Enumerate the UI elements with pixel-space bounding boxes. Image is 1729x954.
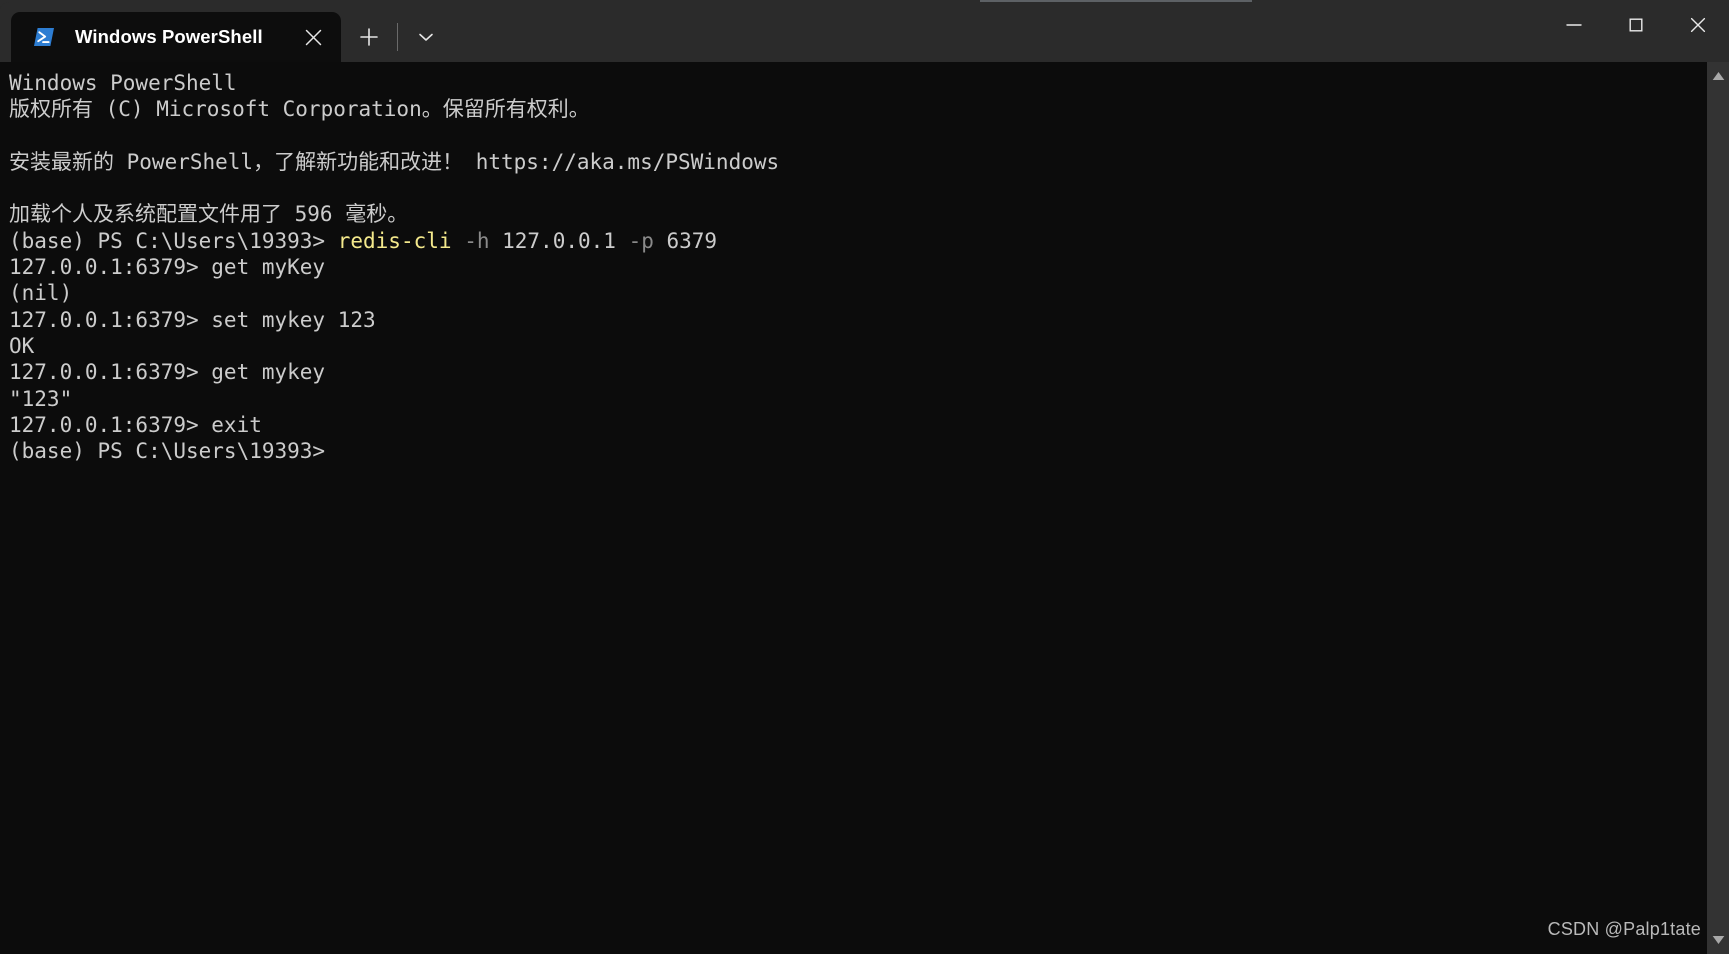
desktop-background: Windows PowerShell Windows PowerShell 版权… <box>0 0 1729 954</box>
console-line-cmd-redis-cli: (base) PS C:\Users\19393> redis-cli -h 1… <box>9 228 1707 254</box>
tab-windows-powershell[interactable]: Windows PowerShell <box>11 12 341 62</box>
console-line-banner-upgrade: 安装最新的 PowerShell，了解新功能和改进！ https://aka.m… <box>9 149 1707 175</box>
console-segment: (nil) <box>9 281 73 306</box>
window-caption-buttons <box>1543 2 1729 62</box>
scrollbar-down-arrow-icon[interactable] <box>1707 931 1729 949</box>
close-button[interactable] <box>1667 2 1729 48</box>
console-segment: 加载个人及系统配置文件用了 596 毫秒。 <box>9 202 409 227</box>
console-line-cmd-set-mykey: 127.0.0.1:6379> set mykey 123 <box>9 307 1707 333</box>
console-segment: 127.0.0.1:6379> get myKey <box>9 255 326 280</box>
windows-terminal-window: Windows PowerShell Windows PowerShell 版权… <box>0 2 1729 954</box>
console-segment: 127.0.0.1:6379> get mykey <box>9 360 326 385</box>
console-segment: Windows PowerShell <box>9 71 237 95</box>
minimize-button[interactable] <box>1543 2 1605 48</box>
new-tab-button[interactable] <box>347 15 391 59</box>
console-line-blank-2 <box>9 175 1707 201</box>
scrollbar-up-arrow-icon[interactable] <box>1707 67 1729 85</box>
tab-strip: Windows PowerShell <box>0 2 448 62</box>
console-line-cmd-get-mykey: 127.0.0.1:6379> get mykey <box>9 359 1707 385</box>
console-line-cmd-get-myKey: 127.0.0.1:6379> get myKey <box>9 254 1707 280</box>
tab-title: Windows PowerShell <box>75 26 263 47</box>
scrollbar-track[interactable] <box>1707 85 1729 931</box>
title-bar: Windows PowerShell <box>0 2 1729 62</box>
console-segment: 版权所有 (C) Microsoft Corporation。保留所有权利。 <box>9 97 590 122</box>
console-line-cmd-exit: 127.0.0.1:6379> exit <box>9 412 1707 438</box>
console-segment: "123" <box>9 386 73 411</box>
titlebar-drag-region[interactable] <box>448 2 1543 62</box>
console-segment: 127.0.0.1 <box>489 228 629 253</box>
console-line-prompt-final: (base) PS C:\Users\19393> <box>9 438 1707 464</box>
console-segment: -h <box>464 228 490 253</box>
console-output[interactable]: Windows PowerShell 版权所有 (C) Microsoft Cor… <box>0 62 1707 954</box>
console-segment: OK <box>9 333 35 358</box>
tab-close-icon[interactable] <box>289 12 337 62</box>
console-segment: redis-cli <box>337 228 452 253</box>
maximize-button[interactable] <box>1605 2 1667 48</box>
powershell-icon <box>34 28 54 46</box>
console-line-banner-copyright: 版权所有 (C) Microsoft Corporation。保留所有权利。 <box>9 96 1707 122</box>
console-segment <box>452 229 465 253</box>
chevron-down-icon[interactable] <box>404 15 448 59</box>
console-segment: -p <box>628 228 654 253</box>
console-line-out-nil: (nil) <box>9 280 1707 306</box>
console-line-out-ok: OK <box>9 333 1707 359</box>
console-scrollbar[interactable] <box>1707 62 1729 954</box>
console-line-blank-1 <box>9 123 1707 149</box>
console-segment: 安装最新的 PowerShell，了解新功能和改进！ https://aka.m… <box>9 149 780 174</box>
console-line-profile-load: 加载个人及系统配置文件用了 596 毫秒。 <box>9 201 1707 227</box>
terminal-body[interactable]: Windows PowerShell 版权所有 (C) Microsoft Cor… <box>0 62 1729 954</box>
console-line-out-123: "123" <box>9 386 1707 412</box>
console-segment: 127.0.0.1:6379> exit <box>9 412 262 437</box>
console-segment: 6379 <box>653 228 718 253</box>
console-segment: (base) PS C:\Users\19393> <box>9 228 338 253</box>
console-segment: (base) PS C:\Users\19393> <box>9 439 326 464</box>
tabstrip-separator <box>397 23 398 51</box>
console-line-banner-title: Windows PowerShell <box>9 70 1707 96</box>
console-segment: 127.0.0.1:6379> set mykey 123 <box>9 307 376 332</box>
tabstrip-controls <box>341 12 448 62</box>
